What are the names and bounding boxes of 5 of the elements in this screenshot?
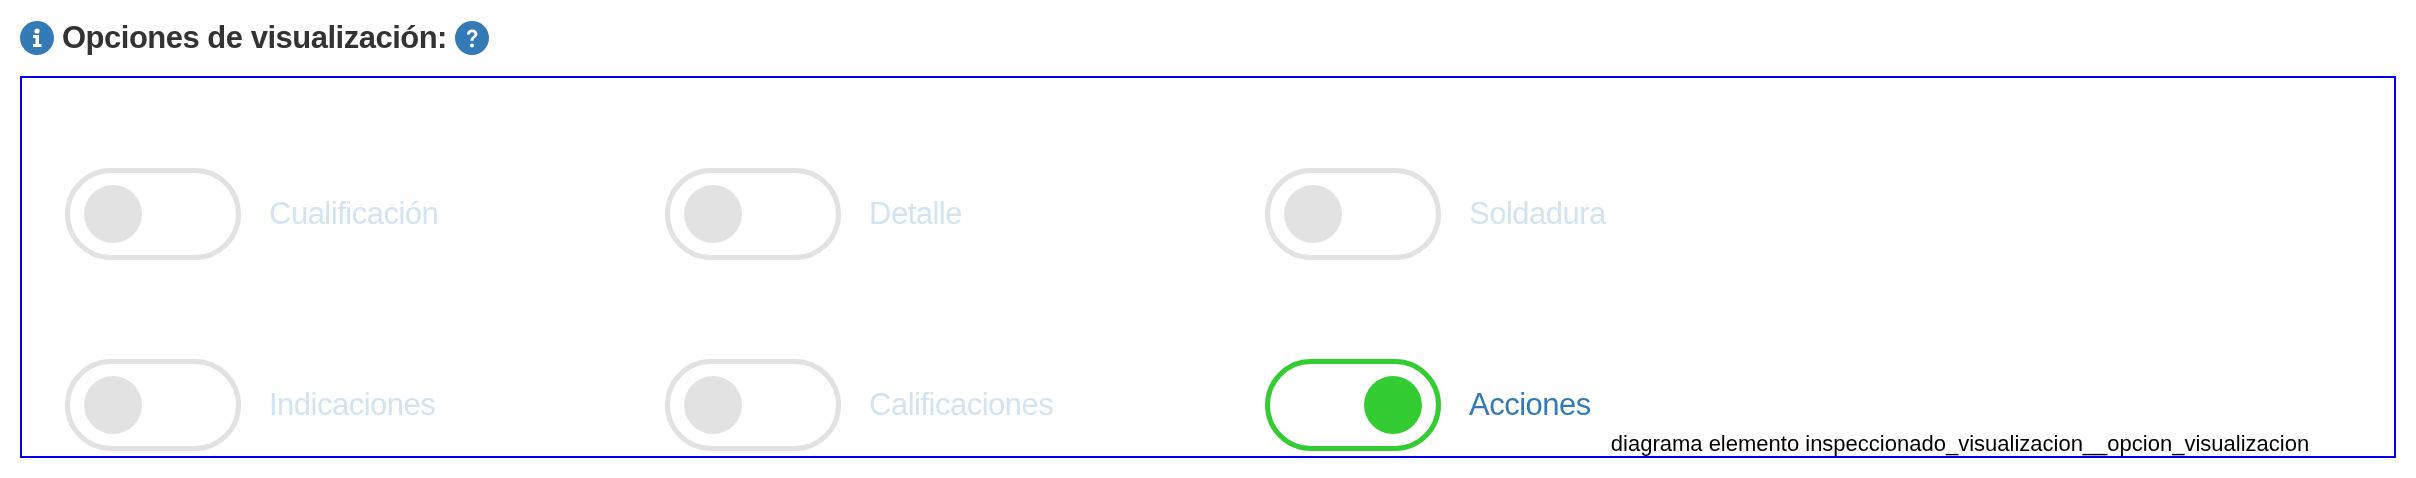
help-icon[interactable] (454, 21, 489, 55)
info-icon (20, 21, 54, 55)
option-label: Acciones (1469, 385, 1591, 424)
section-title: Opciones de visualización: (62, 18, 447, 57)
diagram-caption: diagrama elemento inspeccionado_visualizacion__opcion_visualizacion (1610, 430, 2310, 458)
